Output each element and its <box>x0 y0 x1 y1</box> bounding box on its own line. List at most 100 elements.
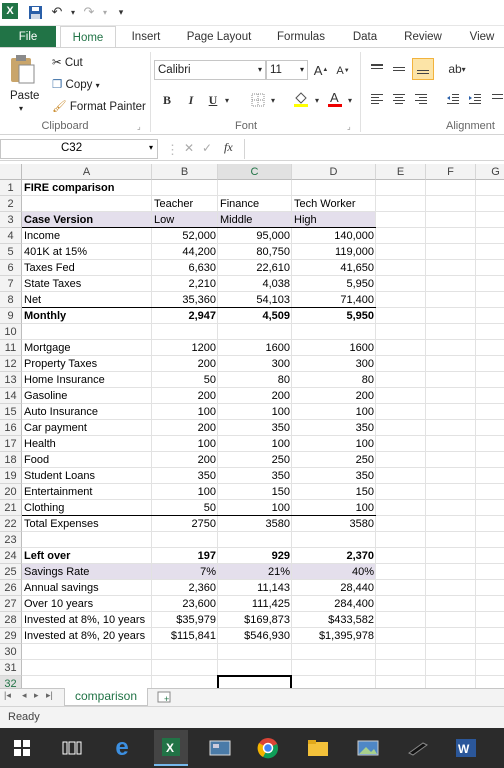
excel-taskbar-icon[interactable]: X <box>154 730 188 766</box>
cell-a11[interactable]: Mortgage <box>22 340 152 356</box>
task-view-icon[interactable] <box>58 734 86 762</box>
cell-b12[interactable]: 200 <box>152 356 218 372</box>
file-explorer-icon[interactable] <box>304 734 332 762</box>
cut-button[interactable]: ✂ Cut <box>52 55 83 69</box>
column-header-a[interactable]: A <box>22 164 152 180</box>
cell-c28[interactable]: $169,873 <box>218 612 292 628</box>
cell-b11[interactable]: 1200 <box>152 340 218 356</box>
cell-a18[interactable]: Food <box>22 452 152 468</box>
cell-c11[interactable]: 1600 <box>218 340 292 356</box>
row-header-30[interactable]: 30 <box>0 644 22 660</box>
row-header-2[interactable]: 2 <box>0 196 22 212</box>
word-taskbar-icon[interactable]: W <box>452 734 480 762</box>
cell-d29[interactable]: $1,395,978 <box>292 628 376 644</box>
cell-c15[interactable]: 100 <box>218 404 292 420</box>
sheet-next-icon[interactable]: ▸ <box>34 690 39 701</box>
decrease-indent-icon[interactable] <box>444 90 462 108</box>
cell-d9[interactable]: 5,950 <box>292 308 376 324</box>
cell-d2[interactable]: Tech Worker <box>292 196 376 212</box>
row-header-11[interactable]: 11 <box>0 340 22 356</box>
cell-b15[interactable]: 100 <box>152 404 218 420</box>
row-header-26[interactable]: 26 <box>0 580 22 596</box>
enter-icon[interactable]: ✓ <box>202 141 212 155</box>
row-header-18[interactable]: 18 <box>0 452 22 468</box>
align-bottom-icon[interactable] <box>412 58 434 80</box>
row-header-22[interactable]: 22 <box>0 516 22 532</box>
cell-a7[interactable]: State Taxes <box>22 276 152 292</box>
cell-c9[interactable]: 4,509 <box>218 308 292 324</box>
paste-icon[interactable] <box>8 54 36 84</box>
align-middle-icon[interactable] <box>390 60 408 78</box>
cell-b22[interactable]: 2750 <box>152 516 218 532</box>
cell-b9[interactable]: 2,947 <box>152 308 218 324</box>
row-header-8[interactable]: 8 <box>0 292 22 308</box>
cell-d14[interactable]: 200 <box>292 388 376 404</box>
cell-a15[interactable]: Auto Insurance <box>22 404 152 420</box>
row-header-4[interactable]: 4 <box>0 228 22 244</box>
cell-b21[interactable]: 50 <box>152 500 218 516</box>
cell-b25[interactable]: 7% <box>152 564 218 580</box>
cell-b24[interactable]: 197 <box>152 548 218 564</box>
cell-a27[interactable]: Over 10 years <box>22 596 152 612</box>
cell-b13[interactable]: 50 <box>152 372 218 388</box>
align-right-icon[interactable] <box>412 90 430 108</box>
cell-a29[interactable]: Invested at 8%, 20 years <box>22 628 152 644</box>
column-header-b[interactable]: B <box>152 164 218 180</box>
row-header-25[interactable]: 25 <box>0 564 22 580</box>
underline-button[interactable]: U <box>204 90 222 110</box>
cell-b8[interactable]: 35,360 <box>152 292 218 308</box>
cell-d27[interactable]: 284,400 <box>292 596 376 612</box>
cell-c8[interactable]: 54,103 <box>218 292 292 308</box>
row-header-20[interactable]: 20 <box>0 484 22 500</box>
column-header-f[interactable]: F <box>426 164 476 180</box>
cell-a5[interactable]: 401K at 15% <box>22 244 152 260</box>
cell-d17[interactable]: 100 <box>292 436 376 452</box>
paste-dropdown-icon[interactable]: ▾ <box>19 104 23 113</box>
edge-browser-icon[interactable]: e <box>108 734 136 762</box>
row-header-15[interactable]: 15 <box>0 404 22 420</box>
cell-a4[interactable]: Income <box>22 228 152 244</box>
save-icon[interactable] <box>26 3 44 21</box>
cell-b19[interactable]: 350 <box>152 468 218 484</box>
pen-app-icon[interactable] <box>404 734 432 762</box>
cell-b28[interactable]: $35,979 <box>152 612 218 628</box>
row-header-17[interactable]: 17 <box>0 436 22 452</box>
cell-d28[interactable]: $433,582 <box>292 612 376 628</box>
borders-icon[interactable] <box>248 90 268 110</box>
photos-app-icon[interactable] <box>354 734 382 762</box>
cell-d16[interactable]: 350 <box>292 420 376 436</box>
cell-a26[interactable]: Annual savings <box>22 580 152 596</box>
cell-d3[interactable]: High <box>292 212 376 228</box>
cell-d5[interactable]: 119,000 <box>292 244 376 260</box>
cell-c18[interactable]: 250 <box>218 452 292 468</box>
cell-d19[interactable]: 350 <box>292 468 376 484</box>
chrome-browser-icon[interactable] <box>254 734 282 762</box>
font-color-dropdown-icon[interactable]: ▾ <box>345 92 355 108</box>
cell-c24[interactable]: 929 <box>218 548 292 564</box>
cell-c7[interactable]: 4,038 <box>218 276 292 292</box>
increase-font-size-icon[interactable]: A ▲ <box>312 60 330 80</box>
row-header-24[interactable]: 24 <box>0 548 22 564</box>
cell-b26[interactable]: 2,360 <box>152 580 218 596</box>
row-header-9[interactable]: 9 <box>0 308 22 324</box>
cell-d4[interactable]: 140,000 <box>292 228 376 244</box>
format-painter-button[interactable]: 🖌 Format Painter <box>52 99 146 113</box>
cell-b6[interactable]: 6,630 <box>152 260 218 276</box>
tab-view[interactable]: View <box>462 26 502 48</box>
row-header-13[interactable]: 13 <box>0 372 22 388</box>
cell-d15[interactable]: 100 <box>292 404 376 420</box>
tab-home[interactable]: Home <box>60 26 116 48</box>
cell-a9[interactable]: Monthly <box>22 308 152 324</box>
cell-b20[interactable]: 100 <box>152 484 218 500</box>
copy-button[interactable]: ❐ Copy ▾ <box>52 77 100 91</box>
cell-c29[interactable]: $546,930 <box>218 628 292 644</box>
row-header-10[interactable]: 10 <box>0 324 22 340</box>
cell-c19[interactable]: 350 <box>218 468 292 484</box>
cell-c16[interactable]: 350 <box>218 420 292 436</box>
cell-a21[interactable]: Clothing <box>22 500 152 516</box>
sheet-tab-comparison[interactable]: comparison <box>64 688 148 706</box>
italic-button[interactable]: I <box>182 90 200 110</box>
align-center-icon[interactable] <box>390 90 408 108</box>
wrap-text-icon[interactable] <box>490 90 504 108</box>
cell-a8[interactable]: Net <box>22 292 152 308</box>
